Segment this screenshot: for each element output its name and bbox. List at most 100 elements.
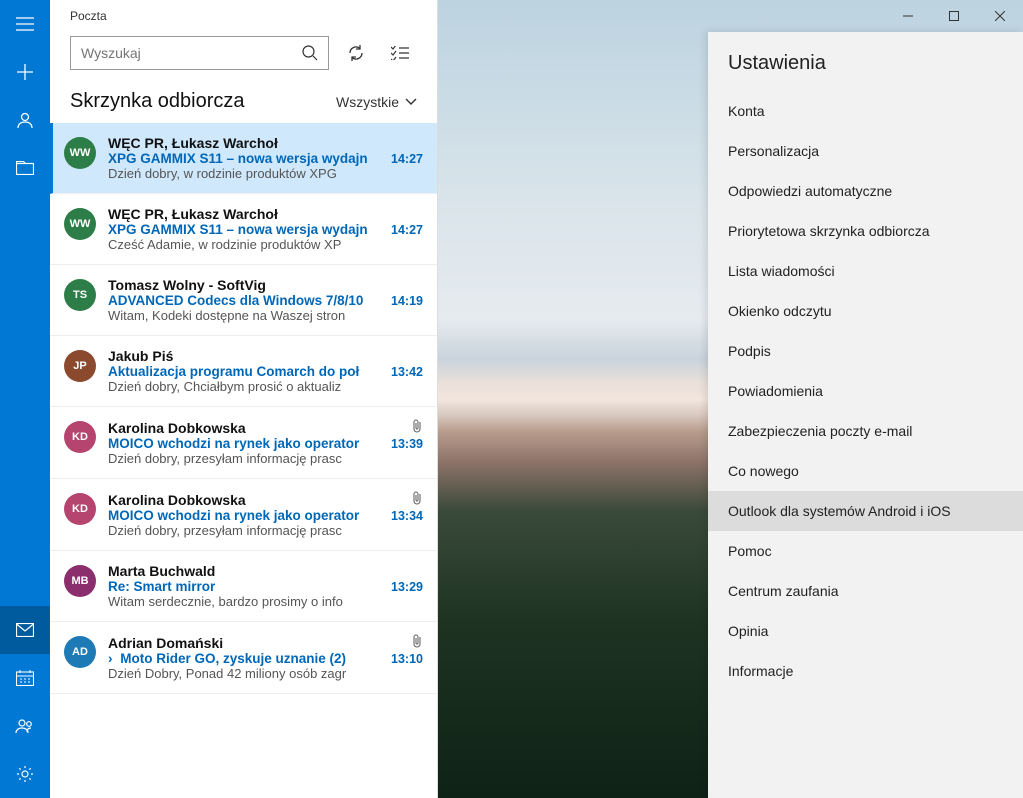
minimize-icon: [903, 11, 913, 21]
message-time: 13:29: [391, 580, 423, 594]
close-icon: [995, 11, 1005, 21]
settings-title: Ustawienia: [708, 32, 1023, 91]
folder-title: Skrzynka odbiorcza: [70, 90, 245, 113]
message-sender: Jakub Piś: [108, 348, 173, 364]
message-item[interactable]: WW WĘC PR, Łukasz WarchołXPG GAMMIX S11 –…: [50, 123, 437, 194]
message-item[interactable]: WWWĘC PR, Łukasz WarchołXPG GAMMIX S11 –…: [50, 194, 437, 265]
chevron-down-icon: [405, 98, 417, 106]
avatar: MB: [64, 565, 96, 597]
message-sender: Karolina Dobkowska: [108, 492, 246, 508]
message-subject: MOICO wchodzi na rynek jako operator: [108, 508, 385, 523]
maximize-button[interactable]: [931, 0, 977, 32]
message-item[interactable]: KD Karolina DobkowskaMOICO wchodzi na ryn…: [50, 479, 437, 551]
settings-item[interactable]: Powiadomienia: [708, 371, 1023, 411]
accounts-button[interactable]: [0, 96, 50, 144]
message-subject: MOICO wchodzi na rynek jako operator: [108, 436, 385, 451]
settings-item[interactable]: Centrum zaufania: [708, 571, 1023, 611]
settings-list: KontaPersonalizacjaOdpowiedzi automatycz…: [708, 91, 1023, 691]
close-button[interactable]: [977, 0, 1023, 32]
message-subject: › Moto Rider GO, zyskuje uznanie (2): [108, 651, 385, 666]
message-preview: Dzień dobry, przesyłam informację prasc: [108, 451, 423, 466]
message-sender: WĘC PR, Łukasz Warchoł: [108, 135, 278, 151]
message-subject: ADVANCED Codecs dla Windows 7/8/10: [108, 293, 385, 308]
message-sender: Adrian Domański: [108, 635, 223, 651]
avatar: WW: [64, 137, 96, 169]
refresh-button[interactable]: [339, 36, 373, 70]
search-icon: [302, 45, 318, 61]
message-subject: Re: Smart mirror: [108, 579, 385, 594]
message-subject: Aktualizacja programu Comarch do poł: [108, 364, 385, 379]
nav-rail: [0, 0, 50, 798]
message-item[interactable]: AD Adrian Domański› Moto Rider GO, zyskuj…: [50, 622, 437, 694]
reading-pane: Ustawienia KontaPersonalizacjaOdpowiedzi…: [438, 0, 1023, 798]
settings-item[interactable]: Pomoc: [708, 531, 1023, 571]
people-tab[interactable]: [0, 702, 50, 750]
message-time: 13:42: [391, 365, 423, 379]
attachment-icon: [411, 419, 423, 433]
person-icon: [16, 111, 34, 129]
select-icon: [391, 46, 409, 60]
settings-item[interactable]: Outlook dla systemów Android i iOS: [708, 491, 1023, 531]
settings-item[interactable]: Podpis: [708, 331, 1023, 371]
avatar: KD: [64, 421, 96, 453]
message-item[interactable]: MBMarta BuchwaldRe: Smart mirror13:29Wit…: [50, 551, 437, 622]
message-item[interactable]: TS Tomasz Wolny - SoftVigADVANCED Codecs …: [50, 265, 437, 336]
attachment-icon: [411, 491, 423, 505]
settings-panel: Ustawienia KontaPersonalizacjaOdpowiedzi…: [708, 32, 1023, 798]
message-sender: Tomasz Wolny - SoftVig: [108, 277, 266, 293]
message-sender: WĘC PR, Łukasz Warchoł: [108, 206, 278, 222]
mail-icon: [16, 623, 34, 637]
select-mode-button[interactable]: [383, 36, 417, 70]
folders-button[interactable]: [0, 144, 50, 192]
people-icon: [15, 718, 35, 734]
calendar-icon: [16, 670, 34, 686]
menu-button[interactable]: [0, 0, 50, 48]
message-time: 13:39: [391, 437, 423, 451]
settings-item[interactable]: Personalizacja: [708, 131, 1023, 171]
folder-icon: [16, 161, 34, 175]
app-title: Poczta: [50, 0, 437, 32]
message-subject: XPG GAMMIX S11 – nowa wersja wydajn: [108, 151, 385, 166]
message-item[interactable]: KDKarolina DobkowskaMOICO wchodzi na ryn…: [50, 407, 437, 479]
new-mail-button[interactable]: [0, 48, 50, 96]
settings-item[interactable]: Okienko odczytu: [708, 291, 1023, 331]
avatar: WW: [64, 208, 96, 240]
plus-icon: [17, 64, 33, 80]
message-preview: Dzień dobry, Chciałbym prosić o aktualiz: [108, 379, 423, 394]
message-time: 14:27: [391, 223, 423, 237]
settings-button[interactable]: [0, 750, 50, 798]
settings-item[interactable]: Priorytetowa skrzynka odbiorcza: [708, 211, 1023, 251]
avatar: TS: [64, 279, 96, 311]
message-time: 14:19: [391, 294, 423, 308]
message-preview: Witam, Kodeki dostępne na Waszej stron: [108, 308, 423, 323]
maximize-icon: [949, 11, 959, 21]
message-preview: Dzień dobry, w rodzinie produktów XPG: [108, 166, 423, 181]
settings-item[interactable]: Lista wiadomości: [708, 251, 1023, 291]
settings-item[interactable]: Zabezpieczenia poczty e-mail: [708, 411, 1023, 451]
message-preview: Dzień Dobry, Ponad 42 miliony osób zagr: [108, 666, 423, 681]
mail-tab[interactable]: [0, 606, 50, 654]
settings-item[interactable]: Konta: [708, 91, 1023, 131]
filter-dropdown[interactable]: Wszystkie: [336, 94, 417, 110]
calendar-tab[interactable]: [0, 654, 50, 702]
message-time: 13:34: [391, 509, 423, 523]
filter-label: Wszystkie: [336, 94, 399, 110]
search-box[interactable]: [70, 36, 329, 70]
settings-item[interactable]: Co nowego: [708, 451, 1023, 491]
attachment-icon: [411, 634, 423, 648]
message-preview: Dzień dobry, przesyłam informację prasc: [108, 523, 423, 538]
settings-item[interactable]: Opinia: [708, 611, 1023, 651]
search-input[interactable]: [81, 45, 302, 61]
minimize-button[interactable]: [885, 0, 931, 32]
message-list: WWWĘC PR, Łukasz WarchołXPG GAMMIX S11 –…: [50, 123, 437, 798]
message-time: 13:10: [391, 652, 423, 666]
avatar: JP: [64, 350, 96, 382]
gear-icon: [16, 765, 34, 783]
message-item[interactable]: JP Jakub PiśAktualizacja programu Comarch…: [50, 336, 437, 407]
avatar: KD: [64, 493, 96, 525]
avatar: AD: [64, 636, 96, 668]
message-list-column: Poczta Skrzynka odbiorcza Wszystkie WW WĘ…: [50, 0, 438, 798]
settings-item[interactable]: Odpowiedzi automatyczne: [708, 171, 1023, 211]
message-preview: Witam serdecznie, bardzo prosimy o info: [108, 594, 423, 609]
settings-item[interactable]: Informacje: [708, 651, 1023, 691]
